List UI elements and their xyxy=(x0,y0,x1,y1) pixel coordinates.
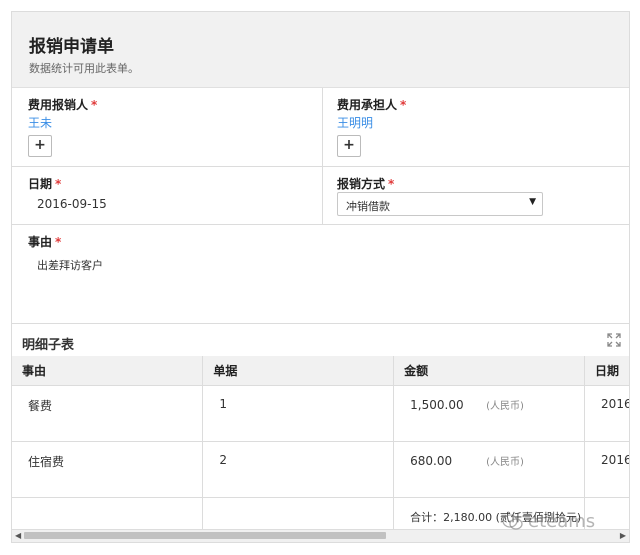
column-header: 日期 xyxy=(584,356,629,386)
doc-cell[interactable]: 2 xyxy=(202,441,395,498)
form-title: 报销申请单 xyxy=(29,37,114,57)
watermark: eteams xyxy=(502,511,595,532)
required-mark: * xyxy=(388,177,395,191)
date-method-row: 日期 * 2016-09-15 报销方式 * 冲销借款 ▼ xyxy=(12,167,629,225)
claimant-value[interactable]: 王未 xyxy=(28,114,52,131)
scroll-right-icon[interactable]: ▶ xyxy=(620,531,626,540)
wechat-icon xyxy=(502,514,523,530)
doc-cell[interactable]: 1 xyxy=(202,385,395,442)
reason-cell[interactable]: 餐费 xyxy=(12,385,204,442)
claimant-label: 费用报销人 * xyxy=(28,98,98,112)
required-mark: * xyxy=(400,98,407,112)
table-row: 住宿费 2 680.00 (人民币) 2016 xyxy=(12,441,629,498)
add-claimant-button[interactable]: + xyxy=(28,135,52,157)
table-row: 餐费 1 1,500.00 (人民币) 2016 xyxy=(12,385,629,442)
date-label: 日期 * xyxy=(28,177,62,191)
detail-title: 明细子表 xyxy=(22,338,75,353)
detail-header: 明细子表 xyxy=(12,324,629,358)
required-mark: * xyxy=(91,98,98,112)
reason-row: 事由 * 出差拜访客户 xyxy=(12,225,629,324)
people-row: 费用报销人 * 王未 + 费用承担人 * 王明明 + xyxy=(12,88,629,167)
bearer-field: 费用承担人 * 王明明 + xyxy=(323,88,629,166)
date-cell[interactable]: 2016 xyxy=(584,441,629,498)
expand-icon[interactable] xyxy=(607,333,621,347)
method-select-value: 冲销借款 xyxy=(346,200,390,213)
required-mark: * xyxy=(55,177,62,191)
reason-label: 事由 * xyxy=(28,235,62,249)
detail-header-row: 事由 单据 金额 日期 xyxy=(12,356,629,386)
reason-cell[interactable]: 住宿费 xyxy=(12,441,204,498)
column-header: 单据 xyxy=(202,356,395,386)
bearer-label: 费用承担人 * xyxy=(337,98,407,112)
method-label: 报销方式 * xyxy=(337,177,395,191)
amount-cell[interactable]: 1,500.00 (人民币) xyxy=(393,385,586,442)
required-mark: * xyxy=(55,235,62,249)
form-header: 报销申请单 数据统计可用此表单。 xyxy=(12,12,629,88)
reason-value[interactable]: 出差拜访客户 xyxy=(37,257,103,273)
scroll-thumb[interactable] xyxy=(24,532,386,539)
currency-label: (人民币) xyxy=(486,401,524,412)
claimant-field: 费用报销人 * 王未 + xyxy=(12,88,323,166)
bearer-value[interactable]: 王明明 xyxy=(337,114,373,131)
column-header: 金额 xyxy=(393,356,586,386)
scroll-left-icon[interactable]: ◀ xyxy=(15,531,21,540)
date-field: 日期 * 2016-09-15 xyxy=(12,167,323,224)
caret-down-icon: ▼ xyxy=(529,197,536,207)
add-bearer-button[interactable]: + xyxy=(337,135,361,157)
date-cell[interactable]: 2016 xyxy=(584,385,629,442)
method-select[interactable]: 冲销借款 ▼ xyxy=(337,192,543,216)
date-value[interactable]: 2016-09-15 xyxy=(37,197,107,211)
form-page: 报销申请单 数据统计可用此表单。 费用报销人 * 王未 + 费用承担人 * 王明明 … xyxy=(11,11,630,543)
currency-label: (人民币) xyxy=(486,457,524,468)
amount-cell[interactable]: 680.00 (人民币) xyxy=(393,441,586,498)
column-header: 事由 xyxy=(12,356,204,386)
form-subtitle: 数据统计可用此表单。 xyxy=(29,62,139,75)
method-field: 报销方式 * 冲销借款 ▼ xyxy=(323,167,629,224)
